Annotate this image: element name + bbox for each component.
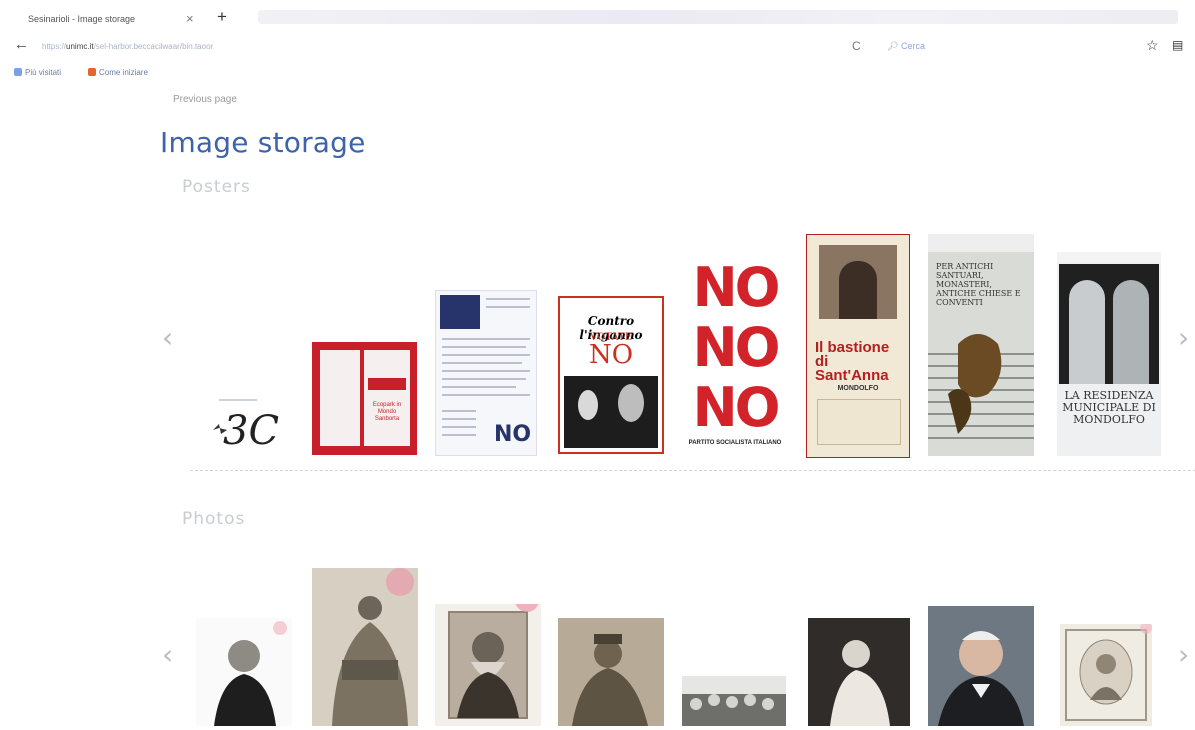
previous-page-link[interactable]: Previous page (173, 94, 237, 105)
poster-thumbnail[interactable]: NO (435, 290, 537, 456)
address-bar[interactable]: https://unimc.it/sel-harbor.beccacilwaar… (42, 42, 402, 51)
photo-thumbnail[interactable] (928, 606, 1034, 726)
section-title-photos: Photos (182, 509, 246, 529)
bookmark-label: Più visitati (25, 68, 62, 77)
poster-thumbnail[interactable]: 3C (195, 380, 285, 456)
poster-thumbnail[interactable]: NO NO NO PARTITO SOCIALISTA ITALIANO (682, 258, 788, 454)
posters-next-arrow-icon[interactable]: › (1178, 324, 1189, 352)
poster-staircase-graphic (928, 334, 1034, 439)
photo-portrait-graphic (830, 640, 890, 726)
photos-prev-arrow-icon[interactable]: ‹ (162, 641, 173, 669)
url-prefix: https:// (42, 42, 67, 51)
poster-title: Ecopark in Mondo Sanborta (372, 402, 402, 422)
new-tab-button[interactable]: + (217, 4, 227, 30)
close-tab-icon[interactable]: × (186, 6, 194, 32)
poster-footer: PARTITO SOCIALISTA ITALIANO (688, 440, 782, 446)
photo-portrait-graphic (572, 634, 648, 726)
bookmark-icon (14, 68, 22, 76)
search-box[interactable]: 🔎︎ Cerca (887, 41, 925, 52)
bookmark-star-icon[interactable]: ☆ (1146, 37, 1159, 54)
bookmark-most-visited[interactable]: Più visitati (14, 68, 61, 77)
library-icon[interactable]: ▤ (1172, 38, 1183, 52)
photo-portrait-graphic (928, 606, 1034, 726)
poster-no: NO (588, 340, 634, 370)
photo-thumbnail[interactable] (808, 618, 910, 726)
photos-next-arrow-icon[interactable]: › (1178, 641, 1189, 669)
photo-group-graphic (682, 694, 786, 726)
poster-thumbnail[interactable]: PER ANTICHI SANTUARI, MONASTERI, ANTICHE… (928, 234, 1034, 456)
photo-thumbnail[interactable] (196, 618, 292, 726)
photo-engraving-graphic (1065, 624, 1152, 721)
section-title-posters: Posters (182, 177, 251, 197)
section-divider (190, 470, 1195, 471)
photo-thumbnail[interactable] (1060, 624, 1152, 726)
photo-thumbnail[interactable] (558, 618, 664, 726)
photo-thumbnail[interactable] (682, 676, 786, 726)
firefox-icon (88, 68, 96, 76)
page-title: Image storage (160, 126, 366, 159)
reload-icon[interactable]: C (852, 39, 861, 53)
navigation-bar: ← https://unimc.it/sel-harbor.beccacilwa… (0, 34, 1195, 60)
photo-portrait-graphic (214, 621, 287, 726)
search-icon: 🔎︎ (887, 41, 899, 51)
back-arrow-icon[interactable]: ← (14, 36, 29, 53)
tab-strip-background (258, 10, 1178, 24)
poster-thumbnail[interactable]: Il bastione di Sant'Anna MONDOLFO (806, 234, 910, 458)
url-host: unimc.it (66, 42, 94, 51)
poster-star-graphic: 3C (213, 399, 279, 454)
bookmark-getting-started[interactable]: Come iniziare (88, 68, 148, 77)
poster-title: Il bastione di Sant'Anna (815, 339, 890, 384)
poster-title: NO (494, 422, 531, 447)
photo-portrait-graphic (332, 568, 414, 726)
tab-bar: Sesinarioli - Image storage × + (0, 0, 1195, 34)
photo-thumbnail[interactable] (312, 568, 418, 726)
bookmarks-toolbar: Più visitati Come iniziare (0, 62, 1195, 82)
photo-thumbnail[interactable] (435, 604, 541, 726)
poster-thumbnail[interactable]: LA RESIDENZA MUNICIPALE DI MONDOLFO (1057, 252, 1161, 456)
search-label: Cerca (900, 41, 925, 51)
tab-title: Sesinarioli - Image storage (28, 14, 136, 24)
poster-thumbnail[interactable]: Ecopark in Mondo Sanborta (312, 342, 417, 455)
poster-no-3: NO (692, 376, 780, 439)
poster-title: 3C (223, 408, 279, 454)
posters-prev-arrow-icon[interactable]: ‹ (162, 324, 173, 352)
url-path: /sel-harbor.beccacilwaar/bin.taoor (93, 42, 214, 51)
poster-subtitle: MONDOLFO (837, 385, 879, 392)
photo-portrait-graphic (448, 604, 539, 719)
poster-no-2: NO (692, 316, 780, 379)
poster-text-graphic: NO (440, 295, 531, 447)
poster-no-1: NO (692, 258, 780, 319)
poster-thumbnail[interactable]: Contro l'inganno VOTATE NO (558, 296, 664, 454)
bookmark-label: Come iniziare (99, 68, 148, 77)
poster-title: LA RESIDENZA MUNICIPALE DI MONDOLFO (1062, 389, 1156, 426)
